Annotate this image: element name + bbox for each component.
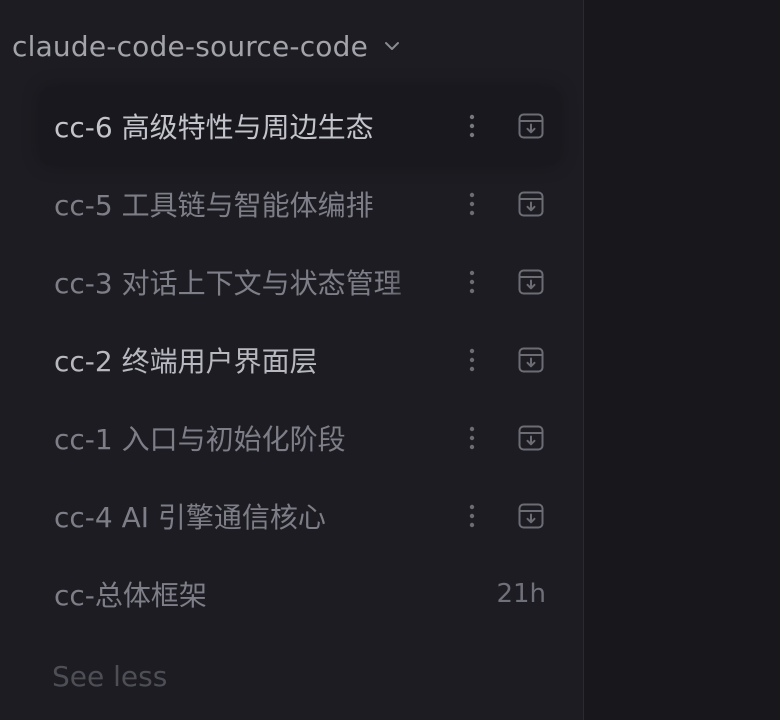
- archive-icon[interactable]: [516, 423, 546, 453]
- thread-title: cc-6 高级特性与周边生态: [54, 111, 374, 144]
- thread-title: cc-1 入口与初始化阶段: [54, 423, 346, 456]
- thread-title: cc-4 AI 引擎通信核心: [54, 501, 326, 534]
- archive-icon[interactable]: [516, 111, 546, 141]
- main-panel: [584, 0, 780, 720]
- thread-item[interactable]: cc-6 高级特性与周边生态: [40, 87, 560, 165]
- project-title: claude-code-source-code: [12, 29, 369, 63]
- thread-item[interactable]: cc-3 对话上下文与状态管理: [0, 243, 584, 321]
- thread-title: cc-5 工具链与智能体编排: [54, 189, 374, 222]
- thread-item[interactable]: cc-5 工具链与智能体编排: [0, 165, 584, 243]
- archive-icon[interactable]: [516, 501, 546, 531]
- thread-title: cc-2 终端用户界面层: [54, 345, 318, 378]
- more-options-icon[interactable]: [462, 420, 482, 456]
- more-options-icon[interactable]: [462, 264, 482, 300]
- more-options-icon[interactable]: [462, 498, 482, 534]
- thread-item[interactable]: cc-2 终端用户界面层: [0, 321, 584, 399]
- more-options-icon[interactable]: [462, 108, 482, 144]
- archive-icon[interactable]: [516, 189, 546, 219]
- thread-list: cc-6 高级特性与周边生态 cc-5 工具链与智能体编排 cc-3 对话上下文…: [0, 87, 584, 633]
- thread-timestamp: 21h: [496, 579, 546, 609]
- thread-title: cc-3 对话上下文与状态管理: [54, 267, 402, 300]
- sidebar: claude-code-source-code cc-6 高级特性与周边生态 c…: [0, 0, 584, 720]
- see-less-button[interactable]: See less: [52, 660, 167, 693]
- app-window: claude-code-source-code cc-6 高级特性与周边生态 c…: [0, 0, 780, 720]
- thread-title: cc-总体框架: [54, 579, 207, 612]
- archive-icon[interactable]: [516, 345, 546, 375]
- archive-icon[interactable]: [516, 267, 546, 297]
- more-options-icon[interactable]: [462, 342, 482, 378]
- thread-item[interactable]: cc-总体框架 21h: [0, 555, 584, 633]
- thread-item[interactable]: cc-1 入口与初始化阶段: [0, 399, 584, 477]
- thread-item[interactable]: cc-4 AI 引擎通信核心: [0, 477, 584, 555]
- more-options-icon[interactable]: [462, 186, 482, 222]
- project-header[interactable]: claude-code-source-code: [12, 22, 402, 70]
- chevron-down-icon[interactable]: [382, 36, 402, 56]
